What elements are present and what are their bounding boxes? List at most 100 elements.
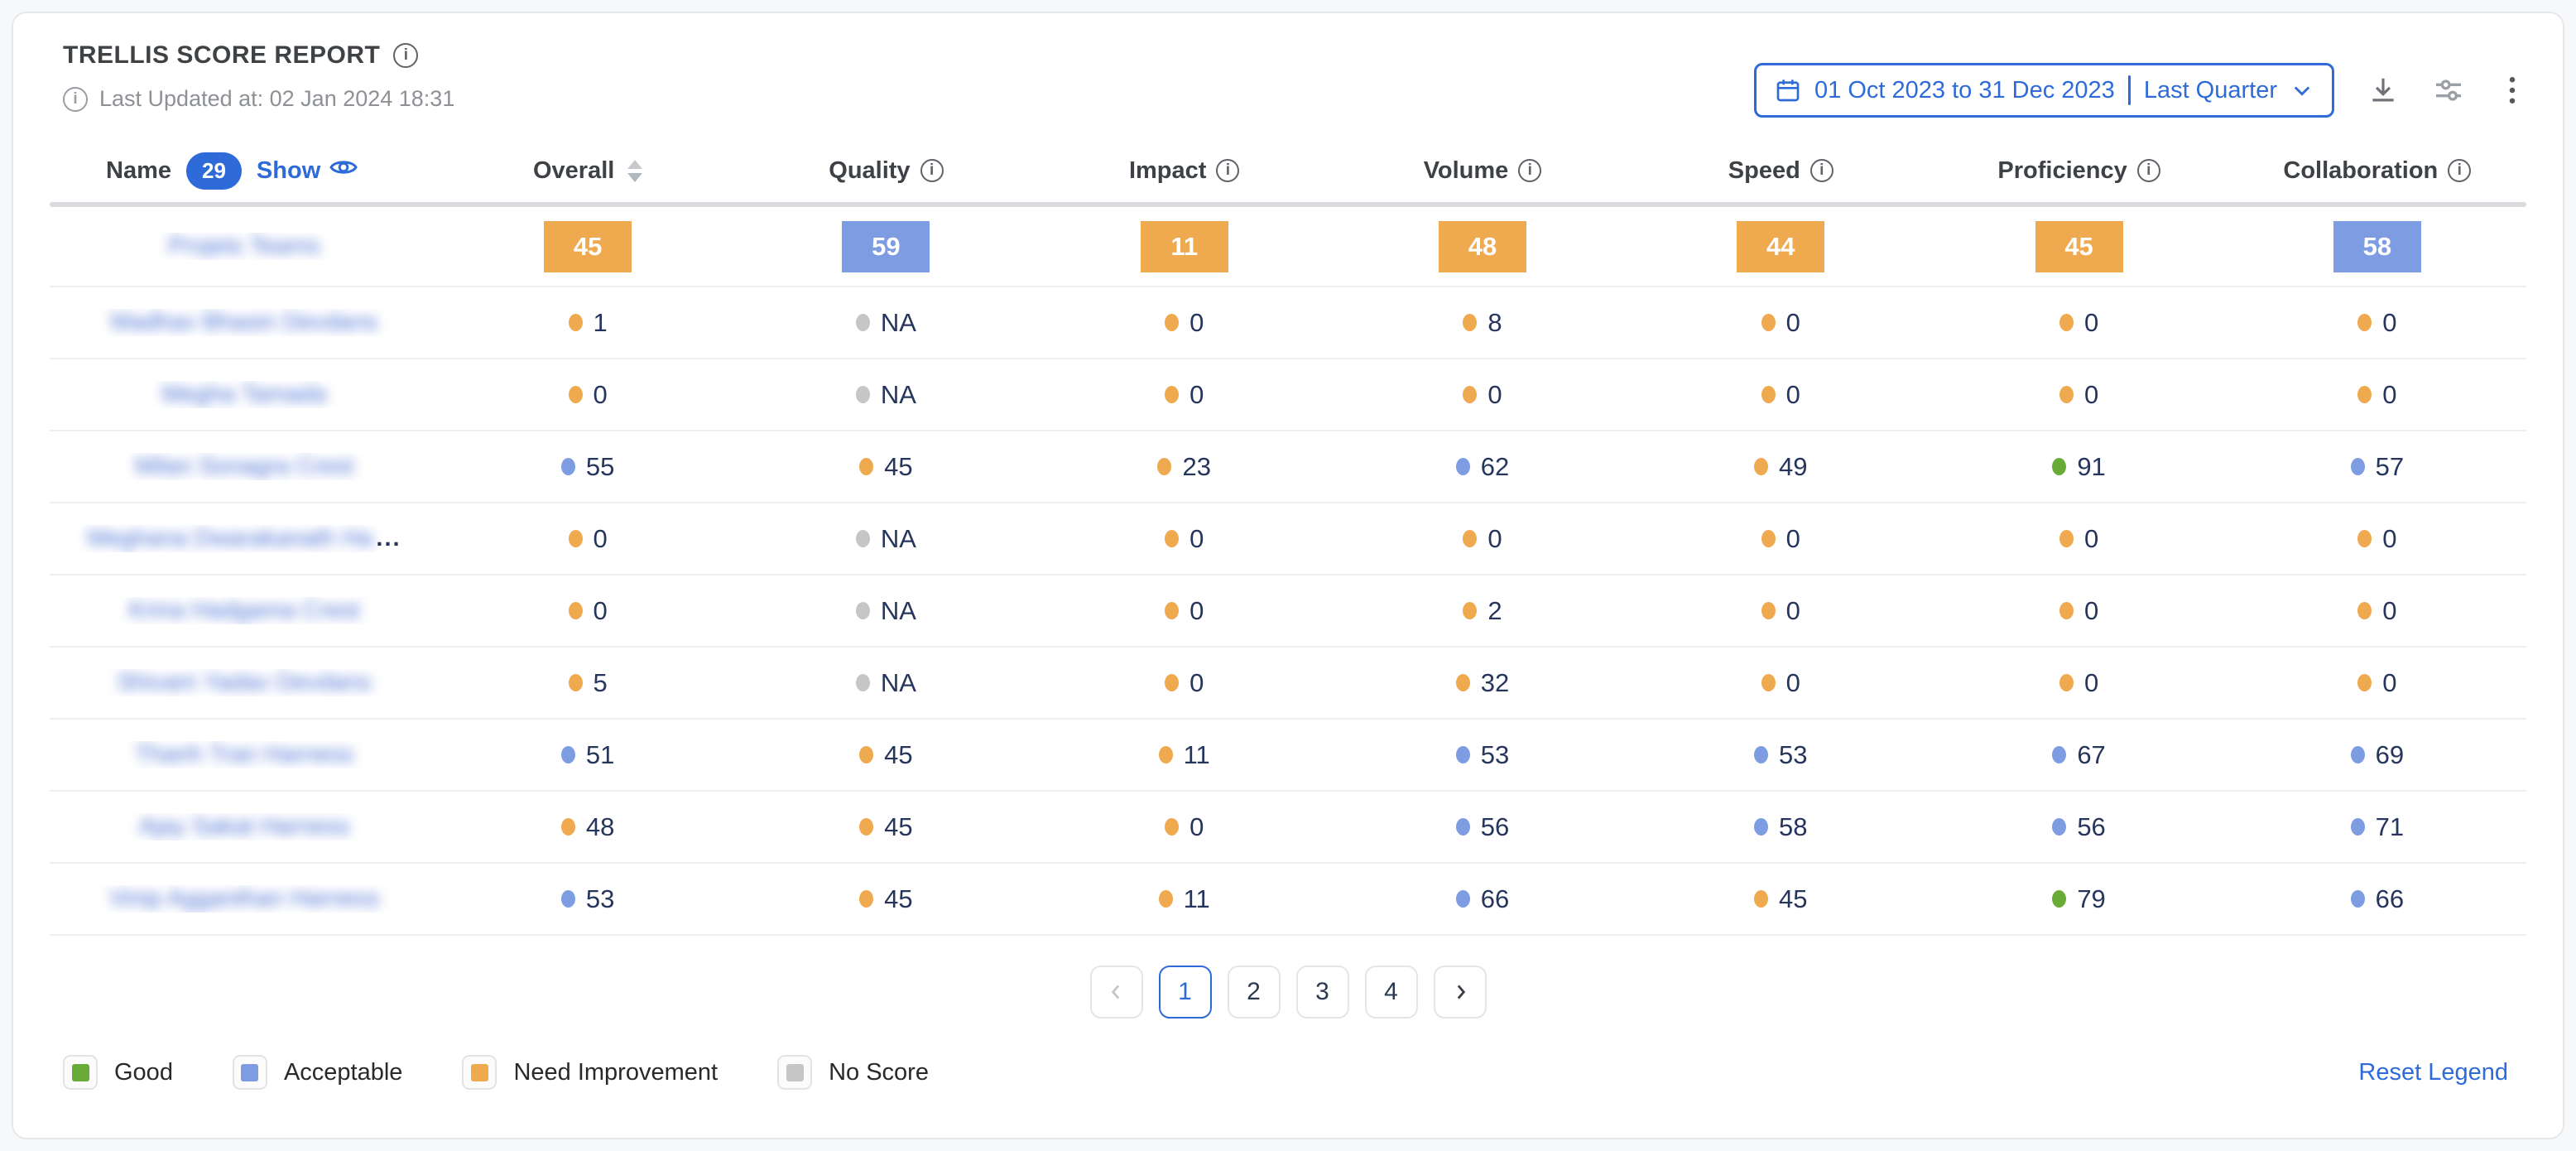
title-info-icon[interactable]: i [393,43,418,68]
score-status-dot [561,890,575,908]
pagination-page-1[interactable]: 1 [1159,966,1212,1019]
score-status-dot [1761,602,1776,619]
pagination-next-button[interactable] [1434,966,1487,1019]
sort-icon[interactable] [627,160,642,182]
score-value: 69 [2376,740,2404,770]
reset-legend-button[interactable]: Reset Legend [2353,1058,2513,1087]
score-cell: NA [737,524,1035,554]
score-status-dot [2059,674,2074,691]
score-value: 62 [1481,452,1509,482]
score-value: 0 [2084,668,2098,698]
score-value: 0 [1189,596,1204,626]
score-status-dot [856,602,870,619]
score-status-dot [1159,890,1173,908]
legend-label: Good [114,1059,173,1086]
info-icon[interactable]: i [920,159,944,182]
score-value: 0 [1487,380,1502,410]
legend-item-acceptable[interactable]: Acceptable [233,1055,403,1090]
score-status-dot [1463,530,1477,547]
team-score-bar[interactable]: 45 [544,221,632,272]
download-button[interactable] [2367,75,2399,106]
name-column-header: Name 29 Show [50,152,439,190]
score-cell: 56 [1930,812,2228,842]
score-value: NA [881,596,916,626]
legend-item-no_score[interactable]: No Score [777,1055,929,1090]
score-status-dot [2357,530,2372,547]
info-icon[interactable]: i [1216,159,1239,182]
info-icon[interactable]: i [1518,159,1541,182]
row-name-link[interactable]: Vinip Agganthan Harness [50,885,439,913]
legend-swatch [462,1055,497,1090]
show-names-toggle[interactable]: Show [257,152,358,189]
column-header-quality: Qualityi [737,157,1035,185]
info-icon[interactable]: i [1810,159,1833,182]
team-score-bar[interactable]: 45 [2035,221,2123,272]
row-name-link[interactable]: Projets Teams [50,233,439,260]
score-cell: 32 [1334,668,1632,698]
last-updated-info-icon: i [63,87,88,112]
team-score-bar[interactable]: 11 [1141,221,1228,272]
legend-item-need_improvement[interactable]: Need Improvement [462,1055,718,1090]
column-header-overall[interactable]: Overall [439,157,737,185]
redacted-name-text: Ajay Sakat Harness [139,813,350,840]
page-title: TRELLIS SCORE REPORT [63,41,380,70]
score-status-dot [569,674,583,691]
chevron-down-icon [2290,79,2314,102]
score-cell: 53 [1334,740,1632,770]
date-range-picker[interactable]: 01 Oct 2023 to 31 Dec 2023 Last Quarter [1754,63,2334,118]
row-name-link[interactable]: Ajay Sakat Harness [50,813,439,840]
score-value: 0 [2382,380,2396,410]
score-cell: 56 [1334,812,1632,842]
team-score-bar[interactable]: 58 [2333,221,2421,272]
row-name-link[interactable]: Shivam Yadav Devdans [50,669,439,696]
score-status-dot [856,530,870,547]
legend-item-good[interactable]: Good [63,1055,173,1090]
pagination-page-4[interactable]: 4 [1365,966,1418,1019]
row-name-link[interactable]: Milan Sonagra Crest [50,453,439,480]
team-score-bar[interactable]: 59 [842,221,930,272]
row-name-link[interactable]: Thanh Tran Harness [50,741,439,768]
score-value: 71 [2376,812,2404,842]
score-cell: 1 [439,308,737,338]
score-value: 79 [2077,884,2105,914]
info-icon[interactable]: i [2137,159,2160,182]
score-value: 91 [2077,452,2105,482]
score-value: 2 [1487,596,1502,626]
score-status-dot [856,314,870,331]
column-header-label: Proficiency [1997,157,2127,185]
score-cell: 0 [1632,380,1930,410]
legend-label: Acceptable [284,1059,403,1086]
score-value: 8 [1487,308,1502,338]
pagination-page-2[interactable]: 2 [1228,966,1281,1019]
score-value: 0 [2382,524,2396,554]
score-value: 11 [1184,884,1210,914]
score-status-dot [569,530,583,547]
pagination-prev-button[interactable] [1090,966,1143,1019]
score-cell: NA [737,596,1035,626]
pagination-page-3[interactable]: 3 [1296,966,1349,1019]
info-icon[interactable]: i [2448,159,2471,182]
score-status-dot [2351,818,2365,836]
pagination: 1234 [50,966,2526,1019]
score-status-dot [2059,386,2074,403]
score-status-dot [1165,674,1179,691]
row-name-link[interactable]: Madhav Bhasin Devdans [50,309,439,336]
row-name-link[interactable]: Meghana Dwarakanath Ha... [50,525,439,552]
legend-label: Need Improvement [513,1059,718,1086]
row-name-link[interactable]: Megha Tamada [50,381,439,408]
score-status-dot [2059,530,2074,547]
team-score-bar[interactable]: 44 [1737,221,1824,272]
score-status-dot [1157,458,1171,475]
score-status-dot [1159,746,1173,763]
score-status-dot [1456,458,1470,475]
settings-sliders-button[interactable] [2432,74,2465,107]
score-value: 58 [1779,812,1807,842]
name-truncation-ellipsis: ... [376,525,401,551]
team-score-cell: 58 [2228,221,2526,272]
score-value: 0 [1786,596,1800,626]
team-score-bar[interactable]: 48 [1439,221,1526,272]
kebab-menu-button[interactable] [2498,74,2526,107]
date-preset-text: Last Quarter [2144,77,2277,104]
score-cell: 0 [1036,524,1334,554]
row-name-link[interactable]: Krina Hadgama Crest [50,597,439,624]
